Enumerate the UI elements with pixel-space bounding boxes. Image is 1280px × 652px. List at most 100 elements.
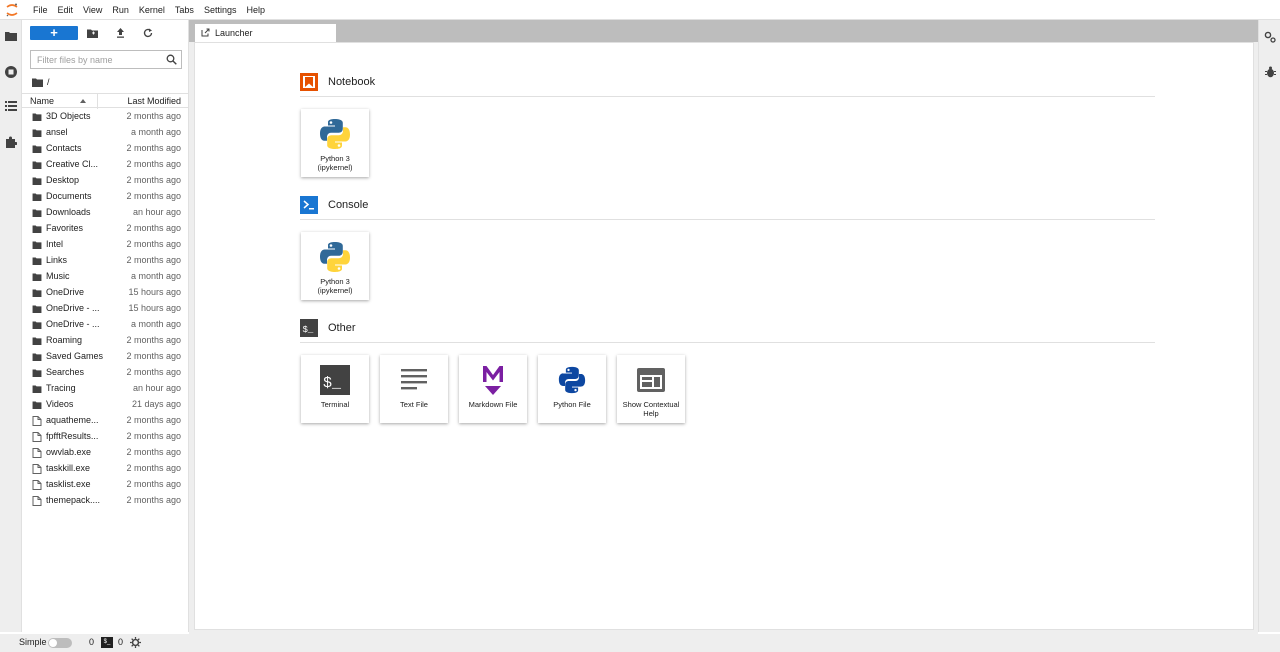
file-modified: 2 months ago (126, 143, 181, 153)
file-modified: 21 days ago (131, 399, 181, 409)
column-divider[interactable] (97, 94, 98, 109)
file-row[interactable]: Music a month ago (22, 269, 189, 285)
kernel-count[interactable]: 0 (89, 637, 94, 647)
file-modified: 2 months ago (126, 255, 181, 265)
breadcrumb-root[interactable]: / (47, 77, 50, 87)
file-icon (32, 448, 42, 458)
file-row[interactable]: aquatheme... 2 months ago (22, 413, 189, 429)
folder-icon (32, 225, 42, 233)
python-file-card[interactable]: Python File (538, 355, 606, 423)
tab-bar: Launcher (189, 20, 1258, 42)
console-python3-card[interactable]: Python 3 (ipykernel) (301, 232, 369, 300)
upload-icon[interactable] (110, 26, 130, 40)
menu-kernel[interactable]: Kernel (134, 0, 170, 20)
file-row[interactable]: Tracing an hour ago (22, 381, 189, 397)
file-row[interactable]: Creative Cl... 2 months ago (22, 157, 189, 173)
file-modified: 2 months ago (126, 463, 181, 473)
file-name: Music (46, 271, 70, 281)
file-row[interactable]: ansel a month ago (22, 125, 189, 141)
file-row[interactable]: Intel 2 months ago (22, 237, 189, 253)
status-bar: Simple 0 $_ 0 (0, 634, 1280, 652)
file-name: Searches (46, 367, 85, 377)
folder-icon (32, 209, 42, 217)
menu-file[interactable]: File (28, 0, 53, 20)
menu-tabs[interactable]: Tabs (170, 0, 199, 20)
simple-mode-toggle[interactable] (48, 638, 72, 648)
file-row[interactable]: taskkill.exe 2 months ago (22, 461, 189, 477)
file-row[interactable]: Downloads an hour ago (22, 205, 189, 221)
notebook-python3-card[interactable]: Python 3 (ipykernel) (301, 109, 369, 177)
column-modified-header[interactable]: Last Modified (127, 96, 181, 106)
table-of-contents-icon[interactable] (3, 98, 19, 114)
folder-icon (32, 337, 42, 345)
menu-settings[interactable]: Settings (199, 0, 242, 20)
kernel-status-gear-icon[interactable] (130, 637, 141, 648)
folder-icon (32, 385, 42, 393)
menu-edit[interactable]: Edit (53, 0, 79, 20)
file-row[interactable]: owvlab.exe 2 months ago (22, 445, 189, 461)
sort-ascending-icon (80, 99, 86, 103)
launcher-tab-icon (201, 28, 210, 37)
file-row[interactable]: OneDrive 15 hours ago (22, 285, 189, 301)
filter-input[interactable] (31, 51, 161, 68)
file-row[interactable]: OneDrive - ... a month ago (22, 317, 189, 333)
file-row[interactable]: Searches 2 months ago (22, 365, 189, 381)
file-modified: 2 months ago (126, 367, 181, 377)
folder-icon (32, 161, 42, 169)
file-name: Links (46, 255, 68, 265)
extension-puzzle-icon[interactable] (3, 134, 19, 150)
terminal-count[interactable]: 0 (118, 637, 123, 647)
text-file-card[interactable]: Text File (380, 355, 448, 423)
running-sessions-icon[interactable] (3, 64, 19, 80)
jupyter-logo-icon[interactable] (5, 3, 19, 17)
new-launcher-button[interactable]: + (30, 26, 78, 40)
folder-icon (32, 321, 42, 329)
file-name: taskkill.exe (46, 463, 91, 473)
file-modified: 15 hours ago (128, 287, 181, 297)
file-row[interactable]: themepack.... 2 months ago (22, 493, 189, 509)
search-icon (166, 54, 177, 65)
file-row[interactable]: Favorites 2 months ago (22, 221, 189, 237)
file-name: Tracing (46, 383, 76, 393)
file-row[interactable]: 3D Objects 2 months ago (22, 109, 189, 125)
contextual-help-icon (634, 363, 668, 397)
contextual-help-card[interactable]: Show Contextual Help (617, 355, 685, 423)
filter-field (30, 50, 182, 69)
terminal-card[interactable]: $_ Terminal (301, 355, 369, 423)
file-name: tasklist.exe (46, 479, 91, 489)
menu-view[interactable]: View (78, 0, 107, 20)
breadcrumb: / (32, 76, 50, 88)
console-section-title: Console (328, 199, 369, 211)
file-row[interactable]: Saved Games 2 months ago (22, 349, 189, 365)
file-row[interactable]: Desktop 2 months ago (22, 173, 189, 189)
property-inspector-icon[interactable] (1262, 29, 1278, 45)
menu-help[interactable]: Help (241, 0, 270, 20)
file-row[interactable]: Links 2 months ago (22, 253, 189, 269)
new-folder-icon[interactable] (82, 26, 102, 40)
file-modified: 2 months ago (126, 175, 181, 185)
column-name-header[interactable]: Name (30, 96, 54, 106)
debugger-bug-icon[interactable] (1262, 64, 1278, 80)
file-row[interactable]: OneDrive - ... 15 hours ago (22, 301, 189, 317)
notebook-section-title: Notebook (328, 76, 376, 88)
folder-icon[interactable] (3, 28, 19, 44)
refresh-icon[interactable] (138, 26, 158, 40)
file-row[interactable]: Contacts 2 months ago (22, 141, 189, 157)
file-modified: 2 months ago (126, 111, 181, 121)
console-section-header: Console (300, 196, 1155, 220)
folder-icon (32, 241, 42, 249)
file-row[interactable]: Videos 21 days ago (22, 397, 189, 413)
file-name: Downloads (46, 207, 91, 217)
file-icon (32, 416, 42, 426)
file-name: aquatheme... (46, 415, 99, 425)
menu-run[interactable]: Run (107, 0, 134, 20)
file-row[interactable]: tasklist.exe 2 months ago (22, 477, 189, 493)
tab-launcher[interactable]: Launcher (194, 23, 337, 42)
file-row[interactable]: fpfftResults... 2 months ago (22, 429, 189, 445)
markdown-file-card[interactable]: Markdown File (459, 355, 527, 423)
notebook-section-header: Notebook (300, 73, 1155, 97)
file-row[interactable]: Roaming 2 months ago (22, 333, 189, 349)
home-folder-icon[interactable] (32, 78, 43, 87)
file-row[interactable]: Documents 2 months ago (22, 189, 189, 205)
terminal-status-icon[interactable]: $_ (101, 637, 113, 648)
